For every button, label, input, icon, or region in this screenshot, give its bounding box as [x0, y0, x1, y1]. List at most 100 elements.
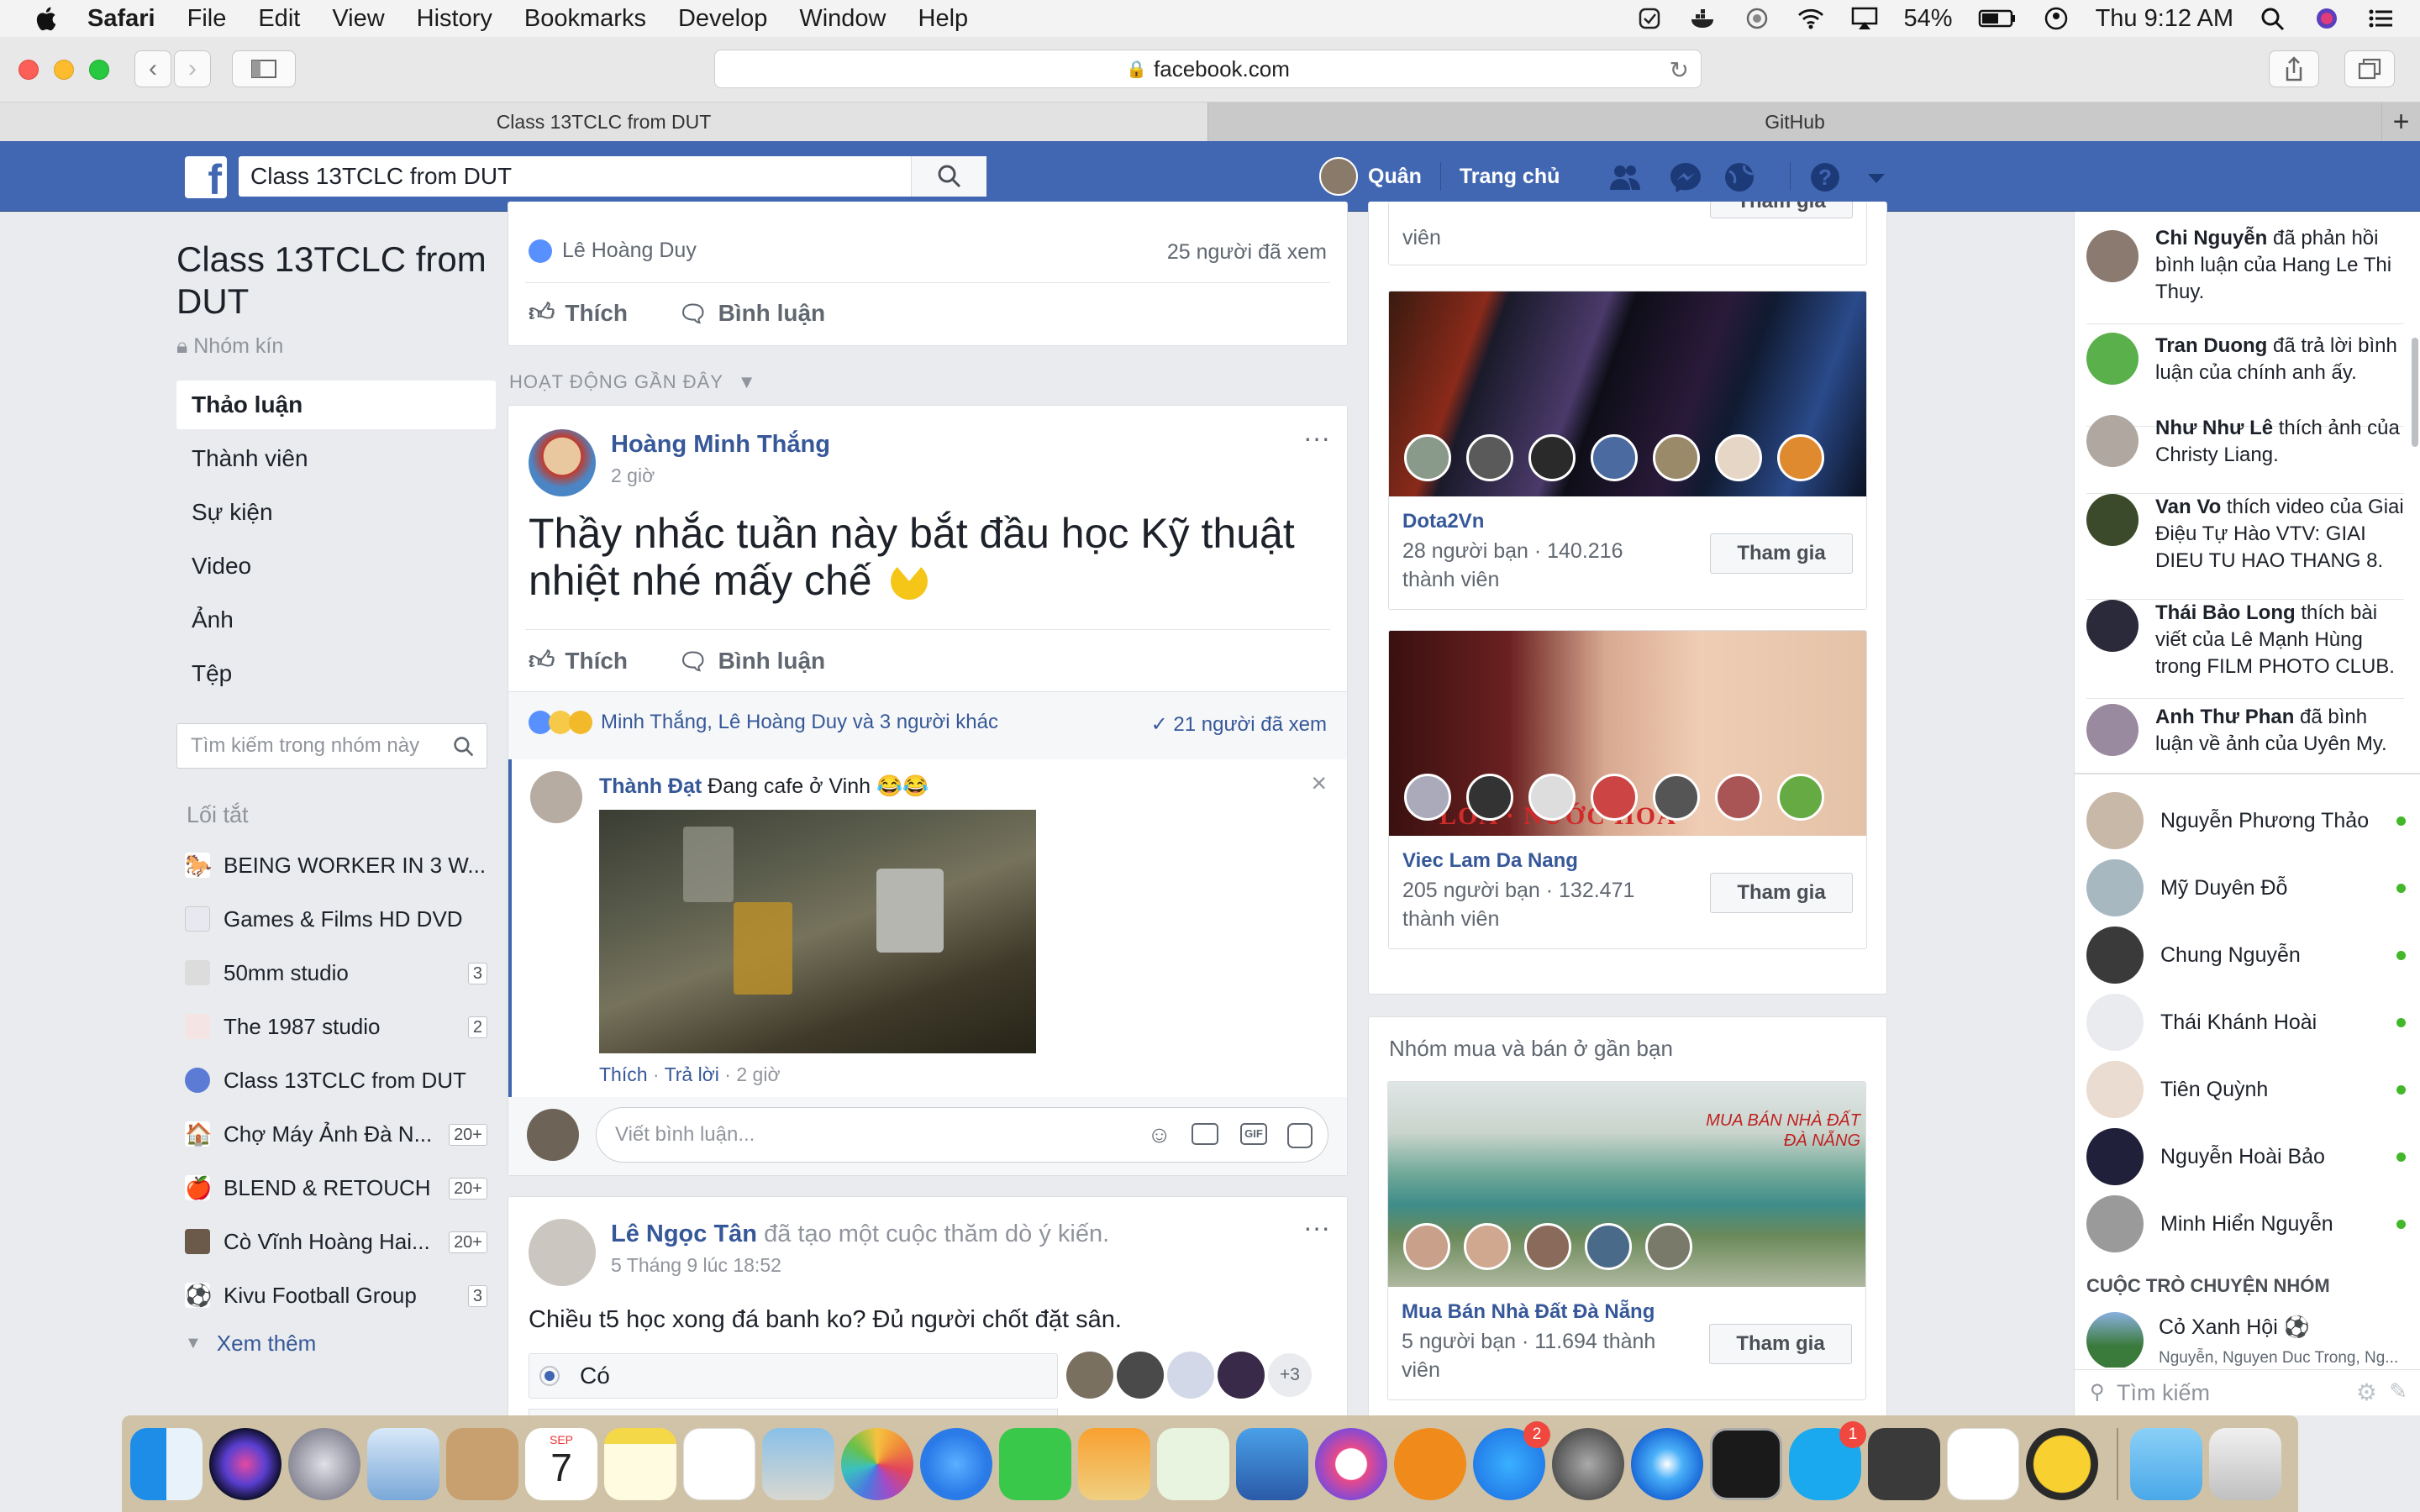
- menu-edit[interactable]: Edit: [258, 5, 300, 33]
- notification-center-icon[interactable]: [2366, 6, 2395, 31]
- facetime-icon[interactable]: [999, 1427, 1071, 1500]
- like-button[interactable]: 👍︎ Thích: [529, 298, 628, 328]
- post-author[interactable]: Lê Ngọc Tân: [611, 1221, 757, 1247]
- tab-github[interactable]: GitHub: [1207, 102, 2381, 141]
- group-name[interactable]: Dota2Vn: [1402, 510, 1484, 533]
- join-button[interactable]: Tham gia: [1710, 533, 1853, 574]
- compose-icon[interactable]: ✎: [2389, 1378, 2407, 1404]
- help-icon[interactable]: ?: [1808, 161, 1842, 193]
- airplay-icon[interactable]: [1850, 6, 1879, 31]
- facebook-search-input[interactable]: Class 13TCLC from DUT: [239, 156, 986, 197]
- shortcut-item[interactable]: The 1987 studio 2: [176, 1000, 496, 1053]
- trash-icon[interactable]: [2209, 1427, 2281, 1500]
- like-button[interactable]: 👍︎ Thích: [529, 646, 628, 676]
- more-options-icon[interactable]: ···: [1303, 1212, 1330, 1243]
- show-tabs-button[interactable]: [2344, 50, 2395, 87]
- menu-file[interactable]: File: [187, 5, 227, 33]
- chat-contact[interactable]: Thái Khánh Hoài: [2086, 991, 2414, 1053]
- member-avatar[interactable]: [1404, 774, 1451, 821]
- author-avatar[interactable]: [529, 429, 596, 496]
- chat-search-input[interactable]: Tìm kiếm: [2117, 1380, 2210, 1406]
- chat-contact[interactable]: Minh Hiển Nguyễn: [2086, 1193, 2414, 1255]
- cloud-sync-icon[interactable]: [1743, 6, 1771, 31]
- author-avatar[interactable]: [529, 1219, 596, 1286]
- spotlight-icon[interactable]: [2259, 6, 2287, 31]
- tab-class-13tclc[interactable]: Class 13TCLC from DUT: [0, 102, 1207, 141]
- post-author[interactable]: Hoàng Minh Thắng: [611, 431, 830, 459]
- chat-contact[interactable]: Nguyễn Hoài Bảo: [2086, 1126, 2414, 1188]
- join-button[interactable]: Tham gia: [1709, 1324, 1852, 1364]
- reload-icon[interactable]: ↻: [1670, 56, 1689, 84]
- address-bar[interactable]: 🔒 facebook.com ↻: [714, 50, 1702, 88]
- wifi-icon[interactable]: [1797, 6, 1825, 31]
- group-search-input[interactable]: Tìm kiếm trong nhóm này: [176, 723, 487, 769]
- menu-history[interactable]: History: [417, 5, 492, 33]
- seen-count[interactable]: ✓ 21 người đã xem: [1151, 712, 1327, 737]
- friend-requests-icon[interactable]: [1608, 161, 1642, 193]
- mail-icon[interactable]: [367, 1427, 439, 1500]
- search-icon[interactable]: [453, 736, 475, 758]
- like-summary[interactable]: Lê Hoàng Duy: [529, 239, 697, 263]
- member-avatar[interactable]: [1591, 774, 1638, 821]
- launchpad-icon[interactable]: [288, 1427, 360, 1500]
- notes-icon[interactable]: [604, 1427, 676, 1500]
- books-icon[interactable]: [1394, 1427, 1466, 1500]
- chat-contact[interactable]: Tiên Quỳnh: [2086, 1058, 2414, 1121]
- keynote-icon[interactable]: [1236, 1427, 1308, 1500]
- voter-avatar[interactable]: [1218, 1352, 1265, 1399]
- comment-like-link[interactable]: Thích: [599, 1063, 648, 1085]
- sidebar-toggle-button[interactable]: [232, 50, 296, 87]
- member-avatar[interactable]: [1653, 434, 1700, 481]
- docker-icon[interactable]: [1689, 6, 1718, 31]
- finder-icon[interactable]: [130, 1427, 203, 1500]
- share-button[interactable]: [2269, 50, 2319, 87]
- safari-icon[interactable]: [1631, 1427, 1703, 1500]
- checkbox-status-icon[interactable]: [1635, 6, 1664, 31]
- shortcut-item[interactable]: 🏠 Chợ Máy Ảnh Đà N... 20+: [176, 1107, 496, 1161]
- join-button[interactable]: Tham gia: [1710, 873, 1853, 913]
- menu-bookmarks[interactable]: Bookmarks: [524, 5, 646, 33]
- reactions-summary[interactable]: Minh Thắng, Lê Hoàng Duy và 3 người khác: [529, 711, 998, 734]
- close-icon[interactable]: ×: [1311, 768, 1327, 799]
- chat-contact[interactable]: Nguyễn Phương Thảo: [2086, 790, 2414, 852]
- calendar-icon[interactable]: SEP 7: [525, 1427, 597, 1500]
- menu-view[interactable]: View: [332, 5, 384, 33]
- member-avatar[interactable]: [1528, 434, 1576, 481]
- slack-icon[interactable]: [1947, 1427, 2019, 1500]
- pages-icon[interactable]: [1078, 1427, 1150, 1500]
- comment-button[interactable]: 🗨︎ Bình luận: [678, 300, 825, 328]
- group-name[interactable]: Mua Bán Nhà Đất Đà Nẵng: [1402, 1300, 1655, 1324]
- comment-author[interactable]: Thành Đạt: [599, 774, 702, 798]
- member-avatar[interactable]: [1715, 434, 1762, 481]
- see-more-link[interactable]: ▼ Xem thêm: [185, 1331, 496, 1357]
- close-window-button[interactable]: [18, 60, 39, 80]
- gear-icon[interactable]: ⚙: [2356, 1378, 2377, 1406]
- facebook-logo-icon[interactable]: f: [185, 156, 227, 198]
- downloads-folder-icon[interactable]: [2130, 1427, 2202, 1500]
- my-avatar[interactable]: [527, 1109, 579, 1161]
- member-avatar[interactable]: [1524, 1223, 1571, 1270]
- member-avatar[interactable]: [1585, 1223, 1632, 1270]
- member-avatar[interactable]: [1653, 774, 1700, 821]
- siri-icon[interactable]: [2312, 6, 2341, 31]
- shortcut-item[interactable]: 🍎 BLEND & RETOUCH 20+: [176, 1161, 496, 1215]
- reminders-icon[interactable]: [683, 1427, 755, 1500]
- chat-scrollbar[interactable]: [2412, 338, 2418, 447]
- menu-window[interactable]: Window: [799, 5, 886, 33]
- member-avatar[interactable]: [1403, 1223, 1450, 1270]
- messages-icon[interactable]: [920, 1427, 992, 1500]
- preview-icon[interactable]: [762, 1427, 834, 1500]
- voter-avatar[interactable]: [1066, 1352, 1113, 1399]
- photos-icon[interactable]: [841, 1427, 913, 1500]
- forward-button[interactable]: ›: [174, 50, 211, 87]
- commenter-avatar[interactable]: [530, 771, 582, 823]
- ticker-item[interactable]: Chi Nguyễn đã phản hồi bình luận của Han…: [2086, 225, 2404, 324]
- instant-messenger-icon[interactable]: [2026, 1427, 2098, 1500]
- system-preferences-icon[interactable]: [1552, 1427, 1624, 1500]
- music-icon[interactable]: [1315, 1427, 1387, 1500]
- member-avatar[interactable]: [1466, 774, 1513, 821]
- member-avatar[interactable]: [1777, 434, 1824, 481]
- comment-reply-link[interactable]: Trả lời: [665, 1063, 719, 1085]
- ticker-item[interactable]: Anh Thư Phan đã bình luận về ảnh của Uyê…: [2086, 699, 2404, 783]
- siri-icon[interactable]: [209, 1427, 281, 1500]
